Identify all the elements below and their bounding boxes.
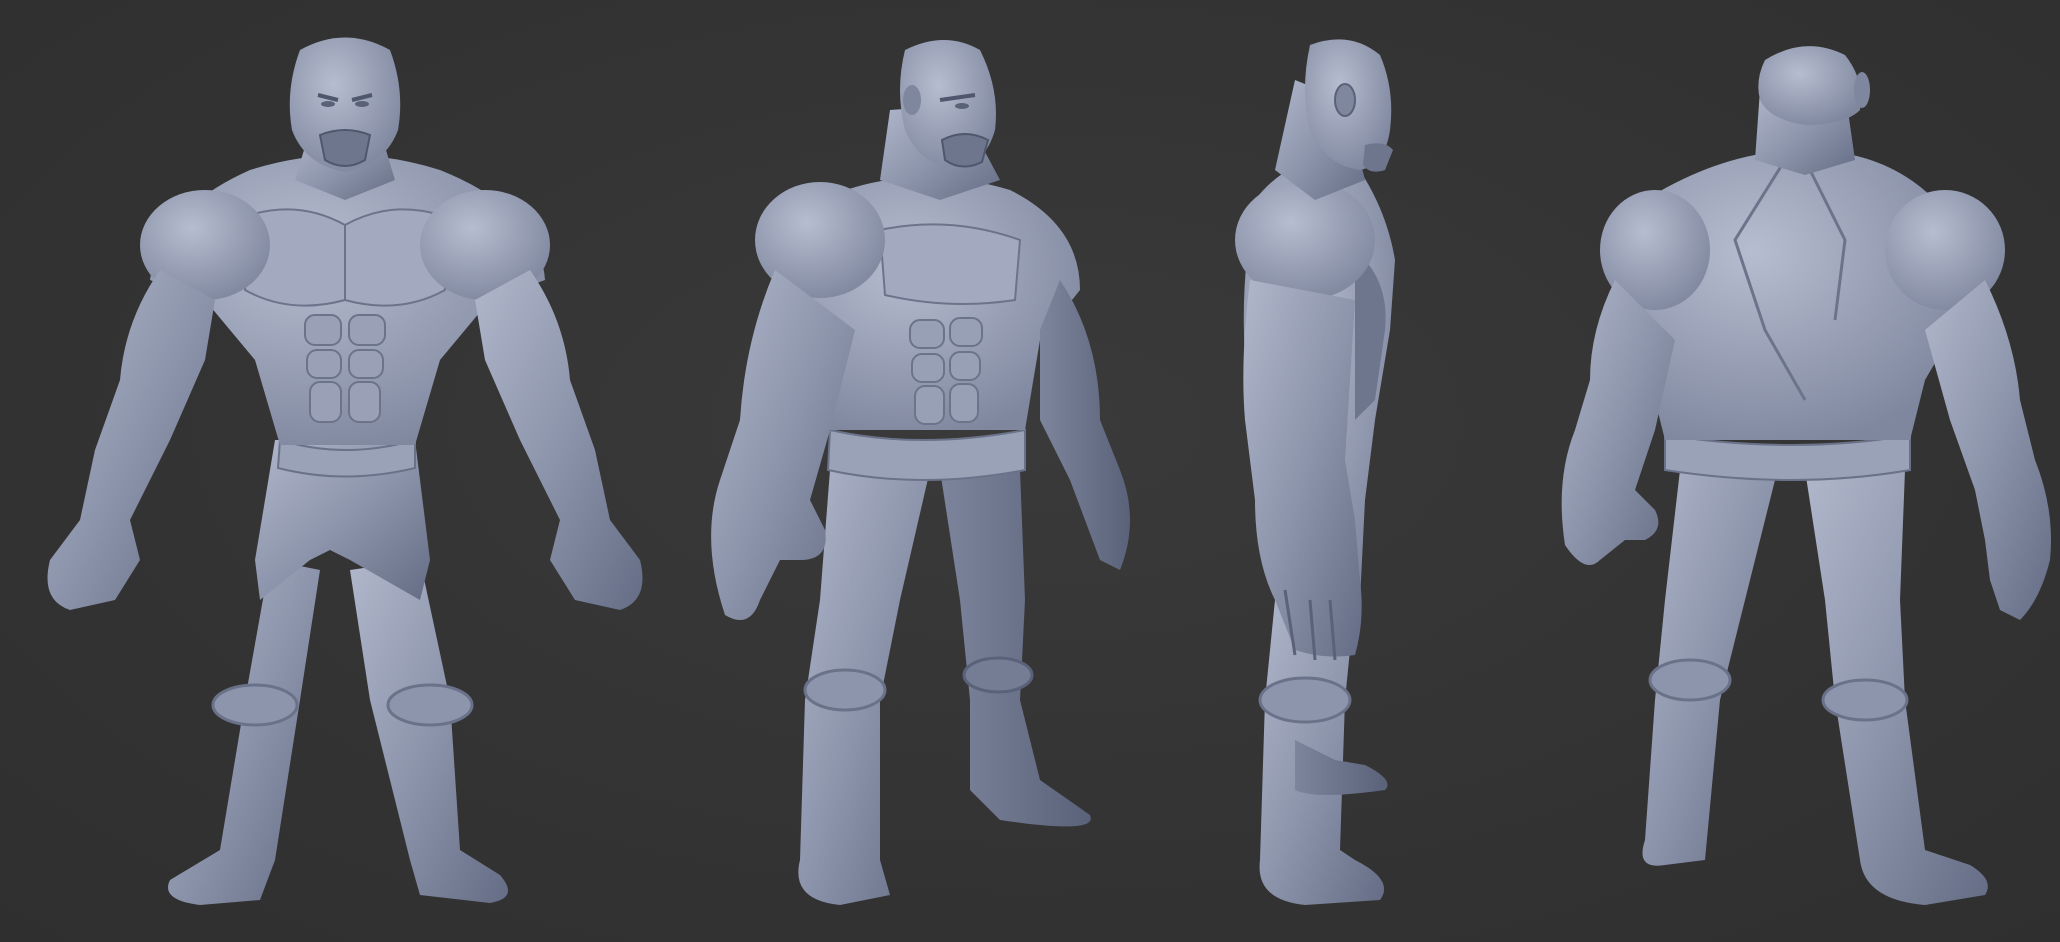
figure-back-view — [1561, 46, 2051, 905]
figure-three-quarter-view — [711, 40, 1130, 905]
figure-front-view — [47, 37, 643, 905]
render-viewport — [0, 0, 2060, 942]
figure-side-view — [1235, 39, 1395, 905]
